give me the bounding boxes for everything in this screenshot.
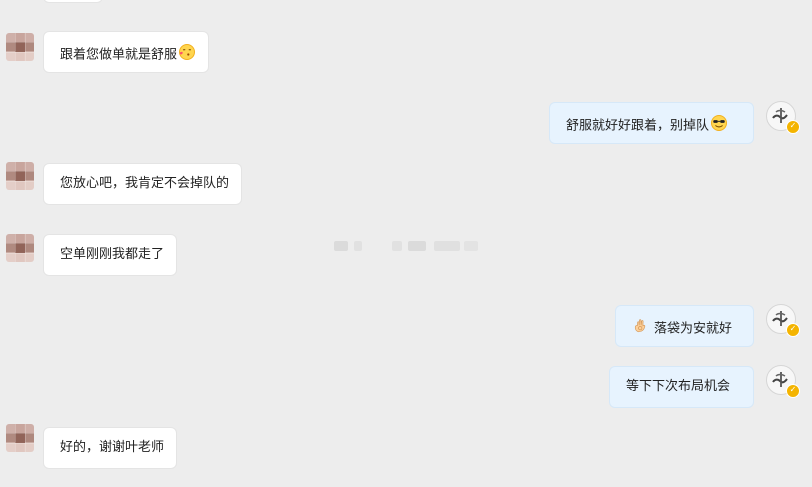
message-text: 跟着您做单就是舒服 — [60, 47, 178, 63]
message-bubble-left[interactable]: 好的，谢谢叶老师 — [43, 427, 178, 469]
avatar-teacher[interactable]: ✓ — [766, 365, 800, 398]
message-bubble-right[interactable]: 落袋为安就好 — [615, 305, 754, 347]
verified-badge-icon: ✓ — [786, 384, 800, 398]
message-text: 好的，谢谢叶老师 — [60, 440, 165, 455]
avatar-user-blurred[interactable] — [6, 162, 34, 190]
message-text: 等下下次布局机会 — [626, 379, 731, 394]
avatar-user-blurred[interactable] — [6, 424, 34, 452]
avatar-user-blurred[interactable] — [6, 33, 34, 61]
message-text: 空单刚刚我都走了 — [60, 247, 165, 262]
blurred-loading-placeholder — [330, 236, 480, 254]
kiss-face-icon — [178, 43, 196, 67]
verified-badge-icon: ✓ — [786, 120, 800, 134]
message-bubble-left[interactable]: 您放心吧，我肯定不会掉队的 — [43, 163, 243, 205]
avatar-user-blurred[interactable] — [6, 234, 34, 262]
message-bubble-left[interactable]: 跟着您做单就是舒服 — [43, 31, 210, 73]
message-bubble-right[interactable]: 等下下次布局机会 — [609, 366, 754, 408]
avatar-teacher[interactable]: ✓ — [766, 101, 800, 134]
message-text: 舒服就好好跟着，别掉队 — [566, 118, 710, 134]
message-text: 落袋为安就好 — [654, 321, 733, 337]
verified-badge-icon: ✓ — [786, 323, 800, 337]
avatar-teacher[interactable]: ✓ — [766, 304, 800, 337]
message-text: 您放心吧，我肯定不会掉队的 — [60, 176, 230, 191]
ok-hand-icon — [632, 317, 650, 341]
partial-message-bubble — [43, 0, 103, 3]
sunglasses-face-icon — [710, 114, 728, 138]
message-bubble-right[interactable]: 舒服就好好跟着，别掉队 — [549, 102, 754, 144]
message-bubble-left[interactable]: 空单刚刚我都走了 — [43, 234, 178, 276]
